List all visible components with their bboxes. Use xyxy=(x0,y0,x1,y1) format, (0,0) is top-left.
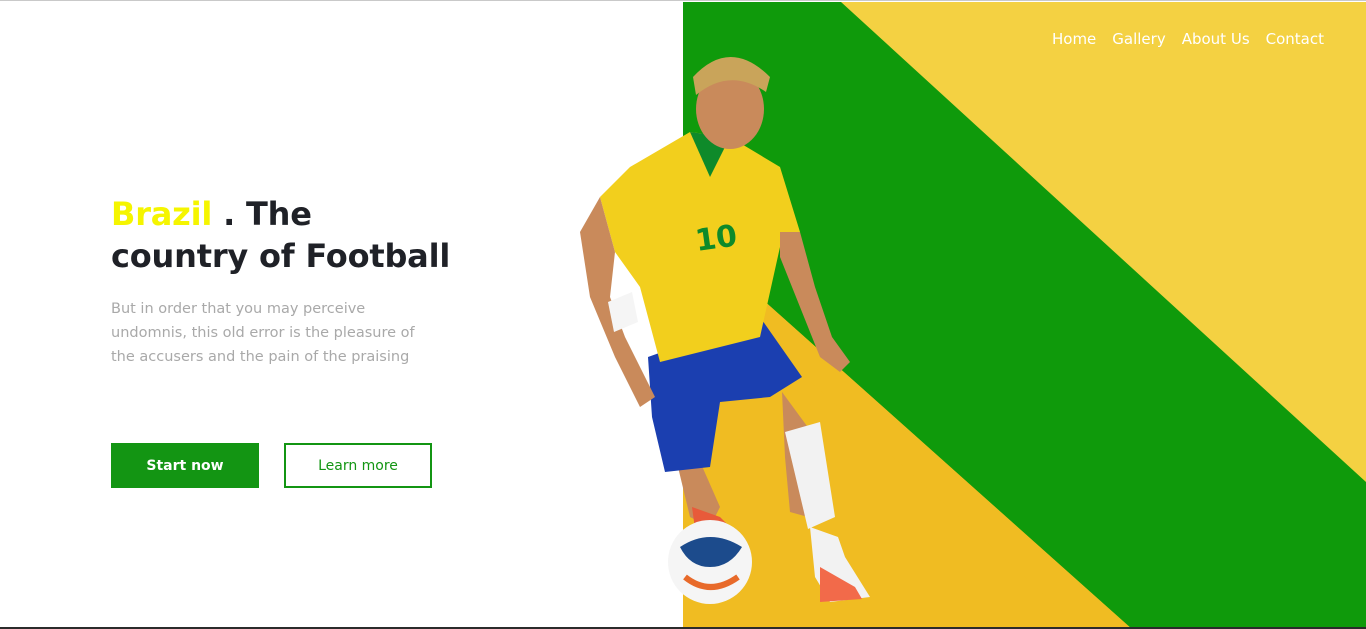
nav-gallery[interactable]: Gallery xyxy=(1112,29,1165,49)
hero-description: But in order that you may perceive undom… xyxy=(111,301,415,365)
nav-home[interactable]: Home xyxy=(1052,29,1096,49)
nav-contact[interactable]: Contact xyxy=(1266,29,1324,49)
landing-page: Home Gallery About Us Contact 10 Brazil … xyxy=(0,0,1366,629)
start-now-button[interactable]: Start now xyxy=(111,443,259,488)
nav-about-us[interactable]: About Us xyxy=(1182,29,1250,49)
football-player-illustration: 10 xyxy=(570,37,880,609)
learn-more-button[interactable]: Learn more xyxy=(284,443,432,488)
hero-actions: Start now Learn more xyxy=(111,443,432,488)
jersey-number: 10 xyxy=(693,218,739,258)
hero-headline: Brazil . The country of Football xyxy=(111,193,451,277)
headline-accent: Brazil xyxy=(111,195,213,233)
main-nav: Home Gallery About Us Contact xyxy=(1052,29,1324,49)
hero-content: Brazil . The country of Football But in … xyxy=(111,193,451,369)
